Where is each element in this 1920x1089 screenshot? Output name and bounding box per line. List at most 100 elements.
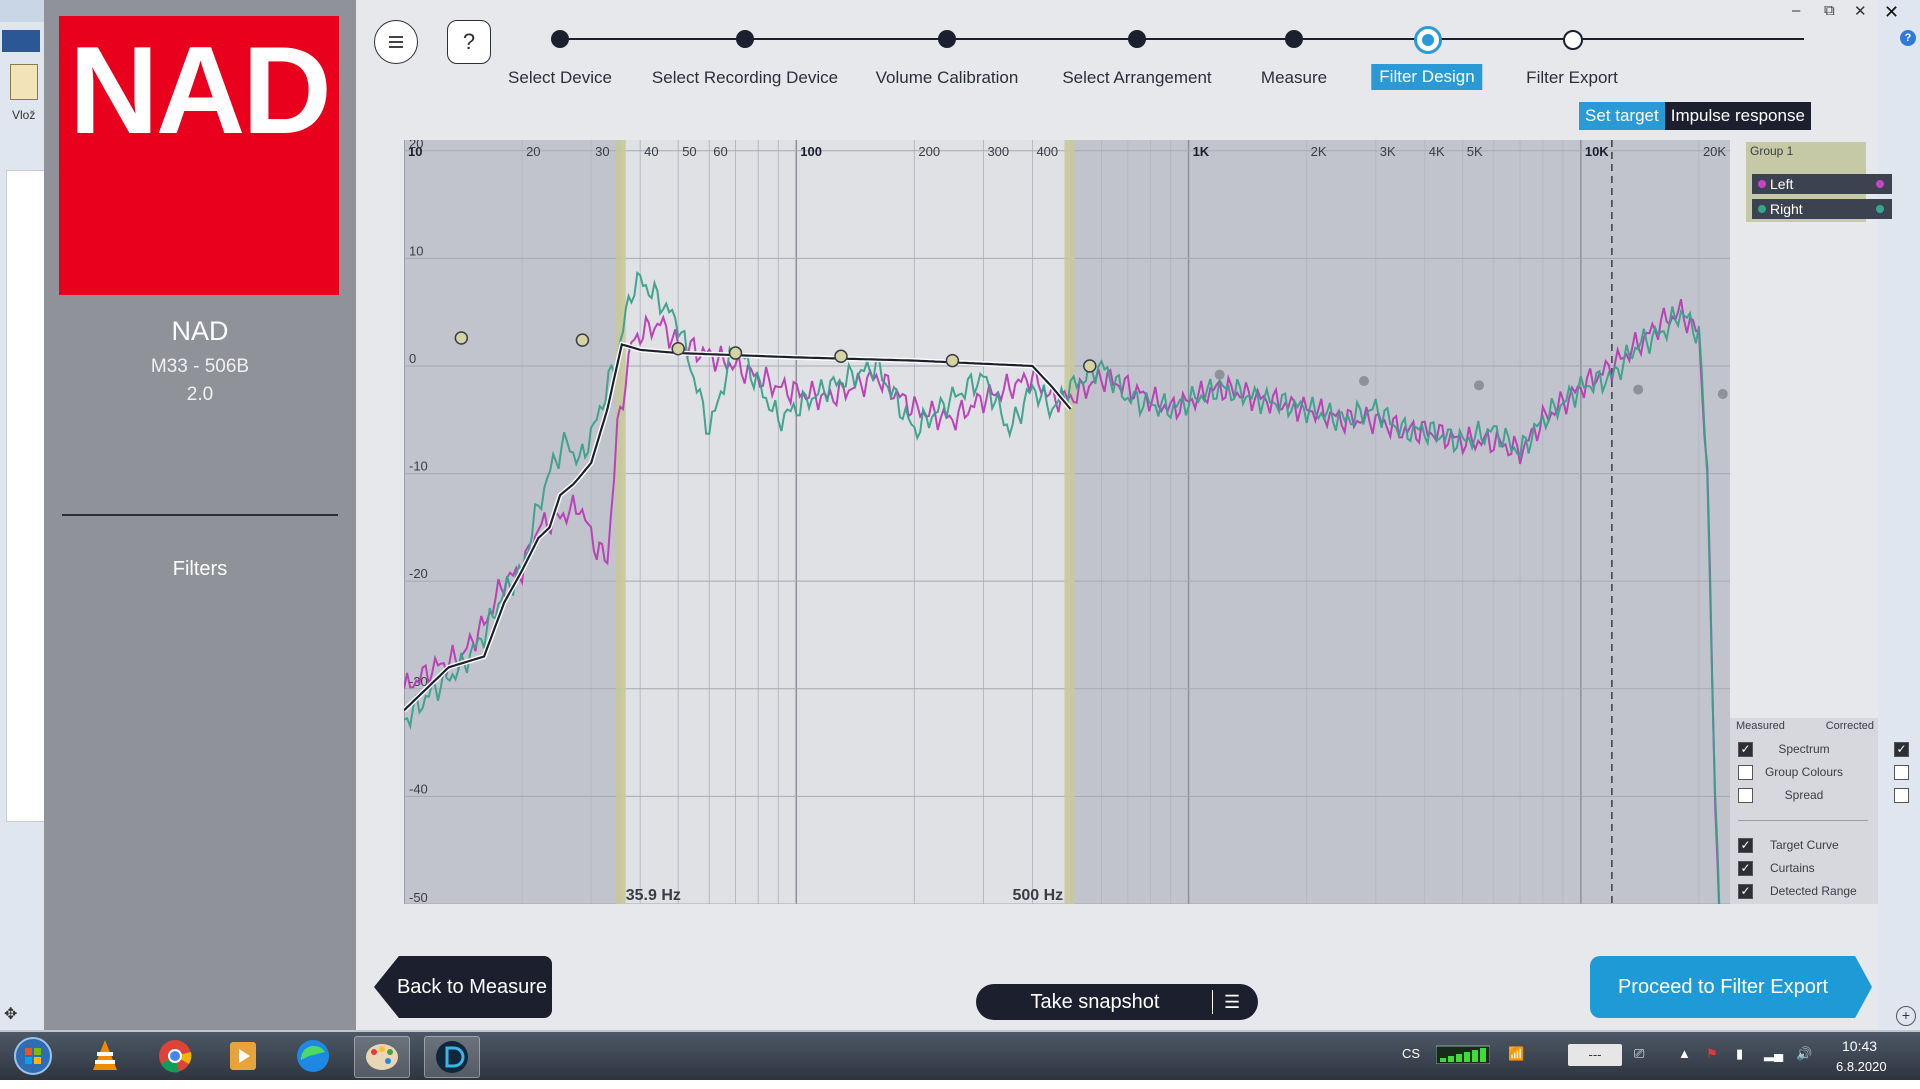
network-icon[interactable]: ▂▄ <box>1764 1046 1783 1062</box>
target-control-point-5[interactable] <box>945 353 960 368</box>
frequency-response-chart[interactable]: 10 20 30 40 50 60 100 200 300 400 1K 2K 3K 4K 5K 10K 20K… <box>404 140 1730 904</box>
signal-bars-icon <box>1435 1045 1491 1065</box>
spread-corrected-checkbox[interactable] <box>1894 788 1909 803</box>
step-label-0[interactable]: Select Device <box>508 68 612 88</box>
vlc-cone-icon <box>93 1040 117 1070</box>
x-tick-label-13: 4K <box>1429 144 1445 159</box>
clock-time[interactable]: 10:43 <box>1842 1038 1877 1054</box>
step-label-3[interactable]: Select Arrangement <box>1062 68 1211 88</box>
windows-start-icon <box>14 1037 52 1075</box>
paint-icon[interactable] <box>354 1036 410 1078</box>
inactive-control-point-4[interactable] <box>1633 384 1644 395</box>
target-control-point-0[interactable] <box>454 331 469 345</box>
inactive-control-point-5[interactable] <box>1717 388 1728 399</box>
signal-strength-icon[interactable] <box>1435 1044 1491 1067</box>
x-tick-label-7: 200 <box>918 144 940 159</box>
input-box[interactable]: --- <box>1568 1044 1622 1066</box>
step-dot-0[interactable] <box>551 30 569 48</box>
step-label-6[interactable]: Filter Export <box>1526 68 1618 88</box>
step-dot-2[interactable] <box>938 30 956 48</box>
curtains-checkbox[interactable]: ✓ <box>1738 861 1753 876</box>
display-icon[interactable]: ⎚ <box>1634 1046 1644 1062</box>
background-document <box>6 170 46 822</box>
proceed-to-filter-export-button[interactable]: Proceed to Filter Export <box>1590 956 1872 1018</box>
zoom-in-icon[interactable]: + <box>1896 1006 1916 1026</box>
edge-icon[interactable] <box>286 1036 340 1076</box>
x-tick-label-14: 5K <box>1467 144 1483 159</box>
x-tick-label-15: 10K <box>1585 144 1609 159</box>
detected-range-checkbox[interactable]: ✓ <box>1738 884 1753 899</box>
background-tab[interactable] <box>2 30 40 52</box>
curtain-low-handle[interactable] <box>615 140 626 904</box>
x-tick-label-2: 30 <box>595 144 609 159</box>
menu-button[interactable] <box>374 20 418 64</box>
x-tick-label-1: 20 <box>526 144 540 159</box>
sidebar-item-filters[interactable]: Filters <box>44 558 356 581</box>
step-dot-3[interactable] <box>1128 30 1146 48</box>
tab-set-target[interactable]: Set target <box>1579 102 1665 130</box>
target-control-point-2[interactable] <box>671 342 685 356</box>
step-label-4[interactable]: Measure <box>1261 68 1327 88</box>
spectrum-corrected-checkbox[interactable]: ✓ <box>1894 742 1909 757</box>
media-player-icon[interactable] <box>216 1036 270 1076</box>
logo-text: NAD <box>69 22 332 160</box>
target-control-point-6[interactable] <box>1083 359 1097 373</box>
step-dot-4[interactable] <box>1285 30 1303 48</box>
restore-button[interactable]: ⧉ <box>1824 2 1835 19</box>
sidebar-divider <box>62 514 338 516</box>
target-control-point-1[interactable] <box>575 333 590 347</box>
move-icon[interactable]: ✥ <box>4 1004 17 1024</box>
y-tick-label-0: 20 <box>409 140 423 151</box>
step-label-2[interactable]: Volume Calibration <box>876 68 1019 88</box>
minimize-button[interactable]: – <box>1792 2 1800 19</box>
step-label-1[interactable]: Select Recording Device <box>652 68 838 88</box>
channel-left[interactable]: Left <box>1752 174 1892 194</box>
show-hidden-icons-button[interactable]: ▲ <box>1678 1046 1691 1061</box>
channel-right[interactable]: Right <box>1752 199 1892 219</box>
battery-icon[interactable]: ▮ <box>1736 1046 1743 1062</box>
paste-icon[interactable] <box>10 64 38 100</box>
back-to-measure-button[interactable]: Back to Measure <box>374 956 552 1018</box>
flag-icon[interactable]: ⚑ <box>1706 1046 1718 1062</box>
vlc-icon[interactable] <box>78 1036 132 1076</box>
x-tick-label-10: 1K <box>1193 144 1210 159</box>
step-label-5[interactable]: Filter Design <box>1371 64 1483 90</box>
inactive-control-point-1[interactable] <box>1214 369 1225 380</box>
curtain-high-handle[interactable] <box>1064 140 1075 904</box>
dirac-taskbar-icon[interactable] <box>424 1036 480 1078</box>
y-tick-label-3: -10 <box>409 459 428 474</box>
target-control-point-4[interactable] <box>834 349 848 364</box>
hamburger-icon <box>389 36 403 48</box>
close-button[interactable]: ✕ <box>1854 2 1867 20</box>
y-tick-label-6: -40 <box>409 781 428 796</box>
inactive-control-point-3[interactable] <box>1473 380 1484 391</box>
antenna-icon[interactable]: 📶 <box>1508 1046 1524 1062</box>
background-help-icon[interactable]: ? <box>1900 30 1916 46</box>
chrome-icon[interactable] <box>148 1036 202 1076</box>
target-curve-label: Target Curve <box>1770 838 1839 852</box>
step-dot-1[interactable] <box>736 30 754 48</box>
clock-date[interactable]: 6.8.2020 <box>1836 1059 1887 1074</box>
background-close-button[interactable]: ✕ <box>1884 2 1899 23</box>
target-curve-checkbox[interactable]: ✓ <box>1738 838 1753 853</box>
tab-impulse-response[interactable]: Impulse response <box>1665 102 1811 130</box>
snapshot-list-icon[interactable]: ☰ <box>1224 984 1240 1020</box>
y-tick-label-7: -50 <box>409 890 428 904</box>
group-colours-corrected-checkbox[interactable] <box>1894 765 1909 780</box>
help-button[interactable]: ? <box>447 20 491 64</box>
language-indicator[interactable]: CS <box>1402 1046 1420 1061</box>
start-button[interactable] <box>6 1036 60 1076</box>
option-row-detected-range: ✓ Detected Range <box>1730 880 1878 902</box>
take-snapshot-button[interactable]: Take snapshot ☰ <box>976 984 1258 1020</box>
target-control-point-3[interactable] <box>728 346 743 360</box>
x-tick-label-4: 50 <box>682 144 696 159</box>
x-tick-label-5: 60 <box>713 144 727 159</box>
group-colours-label: Group Colours <box>1764 765 1844 779</box>
take-snapshot-label: Take snapshot <box>1030 991 1160 1013</box>
step-dot-5[interactable] <box>1414 26 1442 54</box>
volume-icon[interactable]: 🔊 <box>1796 1046 1812 1062</box>
step-dot-6[interactable] <box>1563 30 1583 50</box>
inactive-control-point-2[interactable] <box>1358 376 1369 387</box>
y-tick-label-2: 0 <box>409 351 416 366</box>
option-row-group-colours: Group Colours <box>1730 761 1909 783</box>
